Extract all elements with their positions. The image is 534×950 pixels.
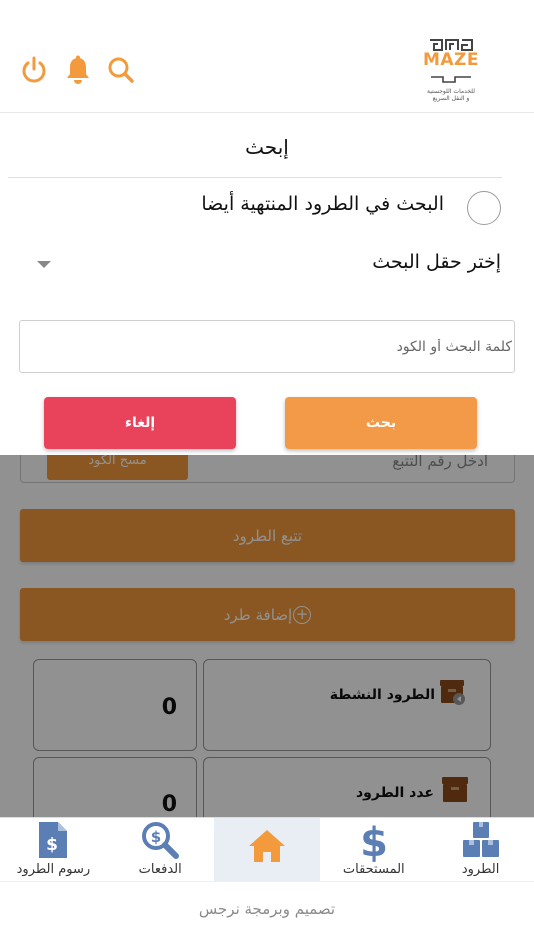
tab-parcels[interactable]: الطرود	[427, 818, 534, 881]
footer: تصميم وبرمجة نرجس	[0, 881, 534, 950]
logo-tagline-1: للخدمات اللوجستية	[427, 88, 475, 95]
home-icon	[247, 828, 287, 868]
tab-parcels-label: الطرود	[461, 862, 500, 877]
footer-credit: تصميم وبرمجة نرجس	[198, 900, 336, 918]
power-icon[interactable]	[17, 53, 51, 87]
include-finished-label[interactable]: البحث في الطرود المنتهية أيضا	[201, 193, 444, 215]
app-header: MAZE للخدمات اللوجستية و النقل السريع	[0, 0, 534, 113]
chevron-down-icon[interactable]	[37, 261, 51, 268]
dollar-icon: $	[359, 820, 389, 866]
bell-icon[interactable]	[61, 53, 95, 87]
cancel-button-label: إلغاء	[124, 415, 156, 431]
logo-name: MAZE	[422, 50, 479, 70]
tab-payments[interactable]: $ الدفعات	[107, 818, 214, 881]
search-input[interactable]	[19, 320, 515, 373]
tab-home[interactable]	[213, 818, 321, 881]
bottom-tab-bar: $ رسوم الطرود $ الدفعات $ المستحقات الطر…	[0, 817, 534, 881]
search-modal-title: إبحث	[245, 135, 289, 159]
tab-parcel-fees[interactable]: $ رسوم الطرود	[0, 818, 107, 881]
tab-parcel-fees-label: رسوم الطرود	[16, 862, 91, 877]
tab-dues[interactable]: $ المستحقات	[320, 818, 427, 881]
modal-backdrop[interactable]	[0, 455, 534, 817]
divider	[8, 177, 502, 178]
invoice-dollar-icon: $	[37, 820, 69, 864]
svg-text:$: $	[151, 828, 161, 846]
include-finished-radio[interactable]	[467, 191, 501, 225]
svg-text:$: $	[360, 820, 388, 862]
search-dollar-icon: $	[140, 820, 180, 864]
cancel-button[interactable]: إلغاء	[44, 397, 236, 449]
svg-text:$: $	[46, 835, 58, 855]
tab-dues-label: المستحقات	[342, 862, 405, 877]
search-field-select[interactable]: إختر حقل البحث	[372, 251, 501, 273]
maze-logo: MAZE للخدمات اللوجستية و النقل السريع	[418, 38, 484, 102]
maze-logo-underline-icon	[431, 76, 471, 83]
logo-tagline-2: و النقل السريع	[432, 95, 470, 102]
boxes-icon	[461, 820, 501, 864]
search-icon[interactable]	[104, 53, 138, 87]
search-modal: إبحث البحث في الطرود المنتهية أيضا إختر …	[0, 113, 534, 455]
tab-payments-label: الدفعات	[138, 862, 182, 877]
search-button-label: بحث	[365, 415, 397, 431]
search-button[interactable]: بحث	[285, 397, 477, 449]
